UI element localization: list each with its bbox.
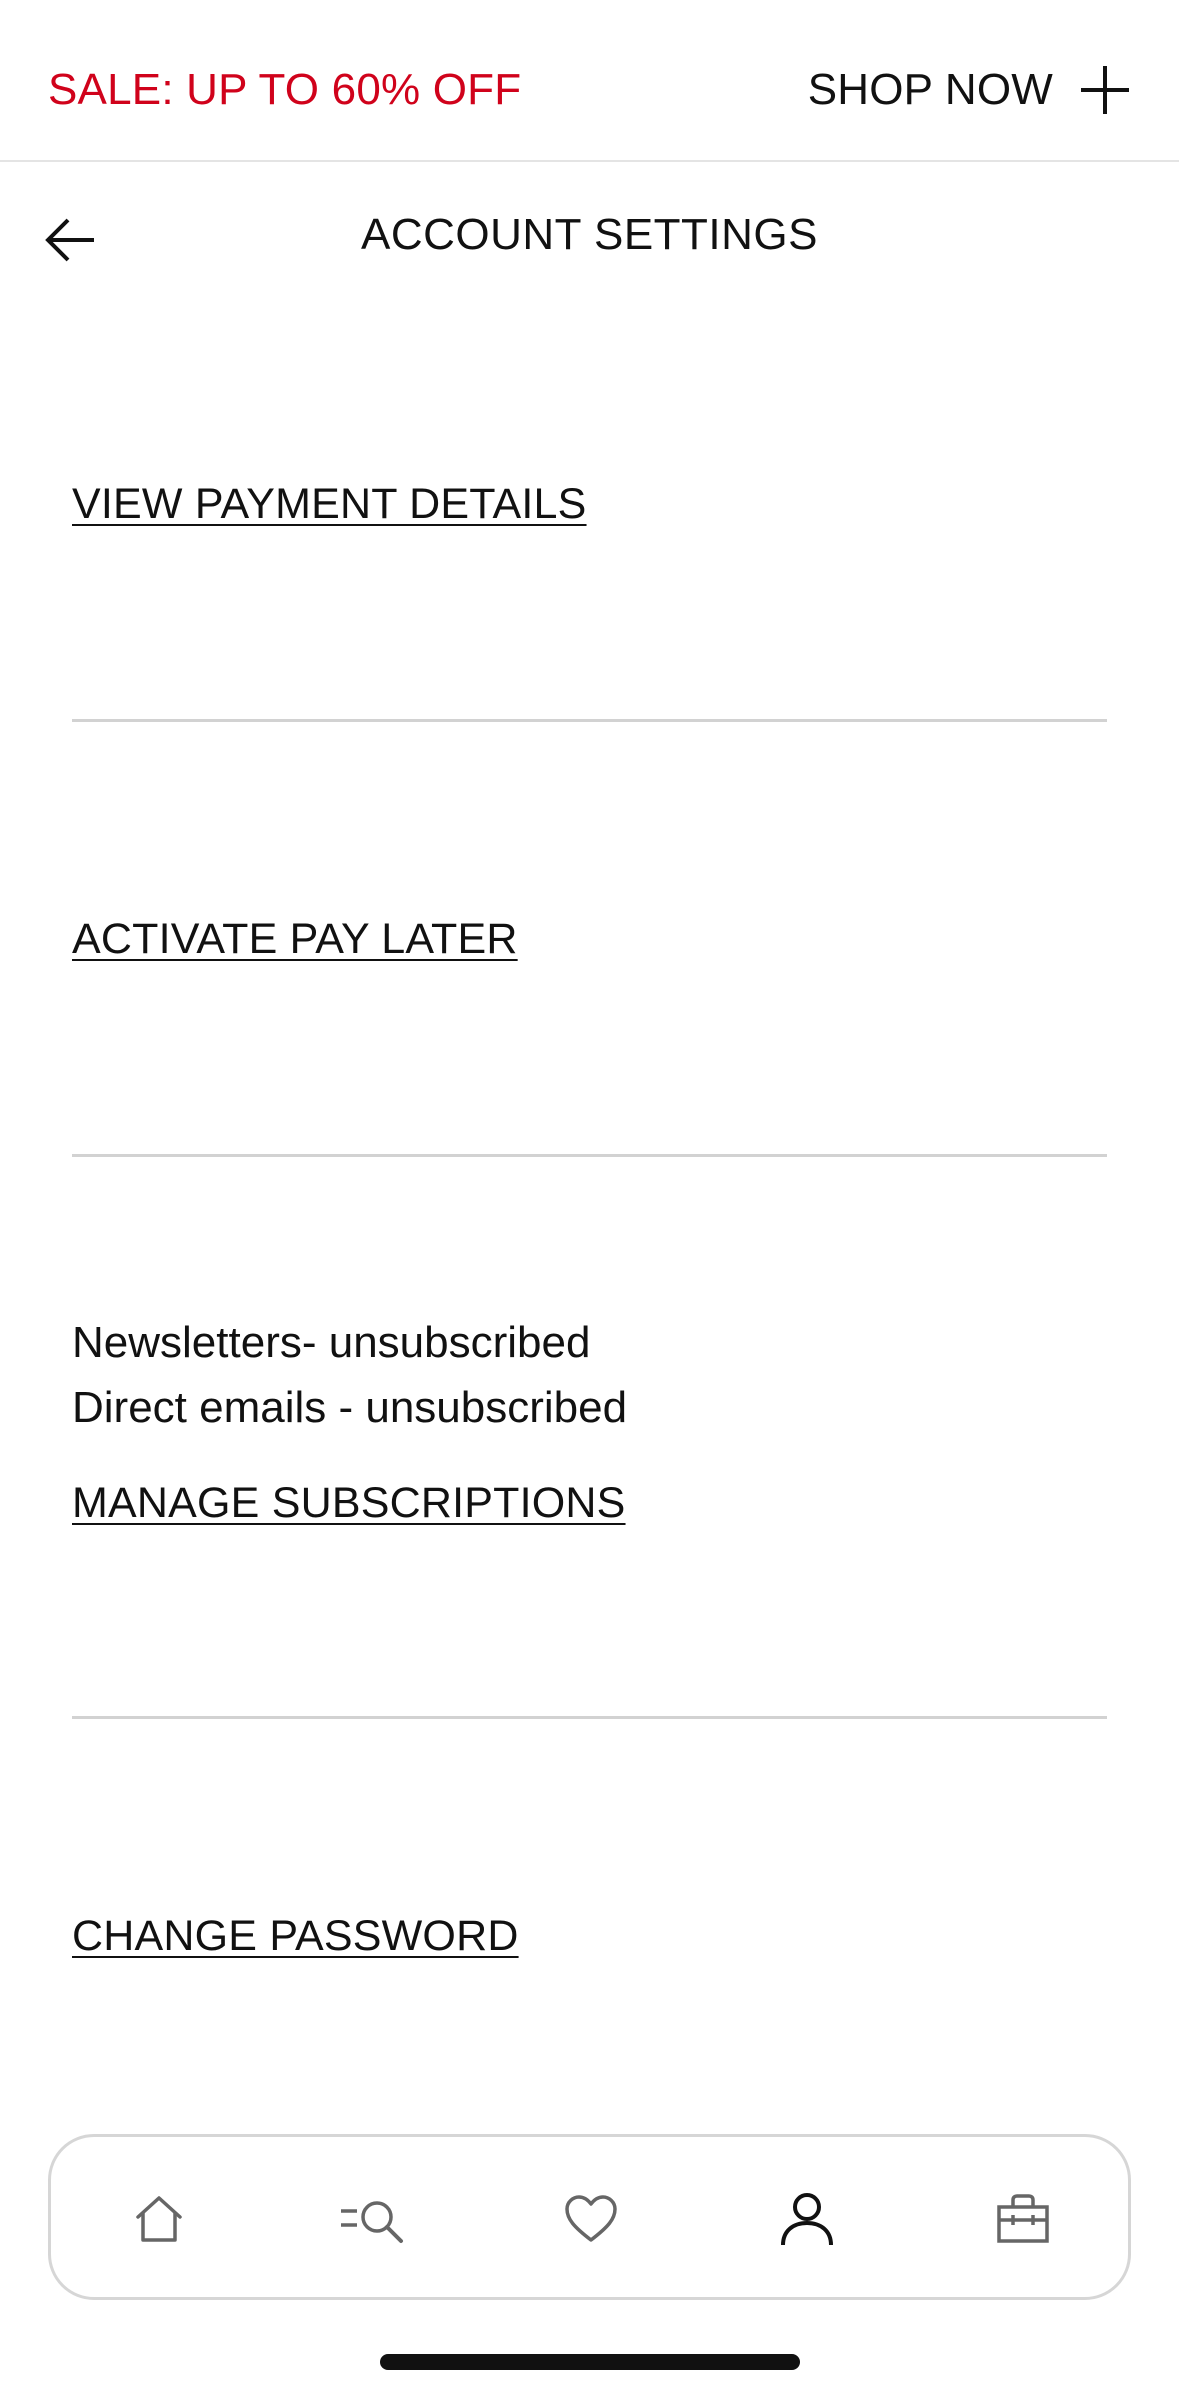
nav-search[interactable] — [335, 2179, 415, 2259]
promo-banner: SALE: UP TO 60% OFF SHOP NOW — [0, 0, 1179, 162]
view-payment-details-link[interactable]: VIEW PAYMENT DETAILS — [72, 478, 587, 530]
search-categories-icon — [341, 2201, 403, 2243]
newsletters-status: Newsletters- unsubscribed — [72, 1318, 591, 1367]
shop-now-button[interactable]: SHOP NOW — [808, 58, 1131, 122]
change-password-link[interactable]: CHANGE PASSWORD — [72, 1910, 519, 1962]
activate-pay-later-link[interactable]: ACTIVATE PAY LATER — [72, 913, 518, 965]
home-indicator[interactable] — [380, 2354, 800, 2370]
shopping-bag-icon — [997, 2194, 1049, 2243]
manage-subscriptions-link[interactable]: MANAGE SUBSCRIPTIONS — [72, 1477, 626, 1529]
nav-home[interactable] — [119, 2179, 199, 2259]
page-header: ACCOUNT SETTINGS — [0, 164, 1179, 314]
page-title: ACCOUNT SETTINGS — [360, 210, 818, 259]
account-icon — [781, 2193, 833, 2246]
section-divider — [72, 1716, 1107, 1719]
heart-icon — [565, 2195, 617, 2242]
direct-emails-status: Direct emails - unsubscribed — [72, 1383, 628, 1432]
bottom-navigation-bar — [48, 2134, 1131, 2300]
section-divider — [72, 719, 1107, 722]
nav-favorites[interactable] — [551, 2179, 631, 2259]
plus-icon — [1081, 66, 1129, 114]
shop-now-label: SHOP NOW — [807, 65, 1053, 114]
section-divider — [72, 1154, 1107, 1157]
promo-sale-text: SALE: UP TO 60% OFF — [48, 65, 522, 114]
home-icon — [136, 2196, 182, 2242]
nav-account[interactable] — [767, 2179, 847, 2259]
nav-bag[interactable] — [983, 2179, 1063, 2259]
